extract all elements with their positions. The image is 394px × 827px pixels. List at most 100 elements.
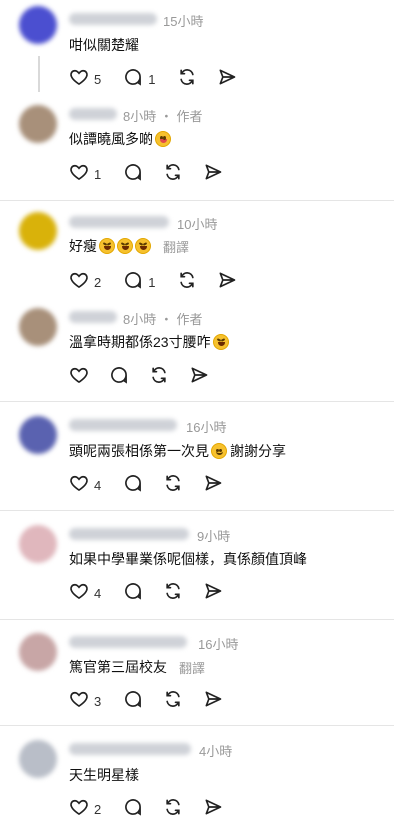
username[interactable]	[69, 311, 117, 323]
username[interactable]	[69, 743, 191, 755]
repost-button[interactable]	[177, 67, 197, 92]
separator: ・	[159, 312, 173, 327]
comment-text-content: 篤官第三屆校友	[69, 659, 167, 675]
like-button[interactable]: 4	[69, 581, 101, 606]
tongue-emoji-icon	[155, 131, 171, 147]
timestamp: 15小時	[163, 14, 204, 29]
heart-icon	[69, 365, 89, 390]
comment-text: 如果中學畢業係呢個樣，真係顏值頂峰	[69, 549, 307, 569]
comment-text: 好瘦 翻譯	[69, 236, 189, 256]
comment-text-content: 謝謝分享	[230, 443, 286, 459]
username[interactable]	[69, 108, 117, 120]
divider	[0, 510, 394, 511]
send-icon	[189, 365, 209, 390]
comment-text: 頭呢兩張相係第一次見 謝謝分享	[69, 441, 286, 461]
share-button[interactable]	[189, 365, 209, 390]
comment: 8小時 ・ 作者 似譚曉風多啲 1	[0, 95, 394, 200]
reply-button[interactable]: 1	[123, 67, 155, 92]
reply-button[interactable]: 1	[123, 270, 155, 295]
repost-button[interactable]	[163, 797, 183, 822]
comment-icon	[123, 67, 143, 92]
repost-button[interactable]	[163, 581, 183, 606]
send-icon	[203, 162, 223, 187]
send-icon	[203, 473, 223, 498]
like-button[interactable]: 3	[69, 689, 101, 714]
action-bar: 4	[69, 473, 243, 498]
heart-icon	[69, 270, 89, 295]
repost-icon	[163, 162, 183, 187]
avatar[interactable]	[19, 633, 57, 671]
action-bar: 3	[69, 689, 243, 714]
action-bar: 1	[69, 162, 243, 187]
repost-button[interactable]	[149, 365, 169, 390]
translate-link[interactable]: 翻譯	[179, 658, 205, 677]
comment-text: 溫拿時期都係23寸腰咋	[69, 332, 229, 352]
username[interactable]	[69, 419, 177, 431]
comment-icon	[123, 270, 143, 295]
avatar[interactable]	[19, 525, 57, 563]
share-button[interactable]	[203, 689, 223, 714]
reply-button[interactable]	[109, 365, 129, 390]
heart-icon	[69, 797, 89, 822]
repost-button[interactable]	[163, 473, 183, 498]
comment-text-content: 天生明星樣	[69, 767, 139, 783]
avatar[interactable]	[19, 308, 57, 346]
divider	[0, 401, 394, 402]
reply-button[interactable]	[123, 581, 143, 606]
share-button[interactable]	[203, 162, 223, 187]
avatar[interactable]	[19, 6, 57, 44]
repost-icon	[163, 473, 183, 498]
like-button[interactable]	[69, 365, 89, 390]
like-button[interactable]: 2	[69, 270, 101, 295]
reply-button[interactable]	[123, 689, 143, 714]
share-button[interactable]	[203, 581, 223, 606]
like-count: 1	[94, 167, 102, 182]
reply-button[interactable]	[123, 162, 143, 187]
username[interactable]	[69, 636, 187, 648]
comment: 10小時 好瘦 翻譯 2 1	[0, 203, 394, 298]
comment-text: 咁似關楚耀	[69, 35, 139, 55]
comment-icon	[123, 581, 143, 606]
comment: 8小時 ・ 作者 溫拿時期都係23寸腰咋	[0, 298, 394, 400]
repost-button[interactable]	[163, 162, 183, 187]
comment: 16小時 頭呢兩張相係第一次見 謝謝分享 4	[0, 406, 394, 510]
reply-button[interactable]	[123, 797, 143, 822]
comment: 4小時 天生明星樣 2	[0, 730, 394, 827]
action-bar: 2 1	[69, 270, 257, 295]
like-button[interactable]: 2	[69, 797, 101, 822]
username[interactable]	[69, 216, 169, 228]
avatar[interactable]	[19, 212, 57, 250]
share-button[interactable]	[203, 473, 223, 498]
like-button[interactable]: 5	[69, 67, 101, 92]
heart-icon	[69, 473, 89, 498]
heart-icon	[69, 581, 89, 606]
action-bar: 5 1	[69, 67, 257, 92]
divider	[0, 725, 394, 726]
avatar[interactable]	[19, 105, 57, 143]
timestamp: 16小時	[186, 420, 227, 435]
comment-text: 天生明星樣	[69, 765, 139, 785]
translate-link[interactable]: 翻譯	[163, 237, 189, 256]
share-button[interactable]	[217, 270, 237, 295]
comment-text-content: 咁似關楚耀	[69, 37, 139, 53]
share-button[interactable]	[203, 797, 223, 822]
comment-icon	[123, 162, 143, 187]
avatar[interactable]	[19, 416, 57, 454]
like-button[interactable]: 1	[69, 162, 101, 187]
like-button[interactable]: 4	[69, 473, 101, 498]
timestamp: 16小時	[198, 637, 239, 652]
timestamp: 10小時	[177, 217, 218, 232]
avatar[interactable]	[19, 740, 57, 778]
smile-emoji-icon	[211, 443, 227, 459]
comment-text-content: 頭呢兩張相係第一次見	[69, 443, 209, 459]
repost-button[interactable]	[163, 689, 183, 714]
repost-button[interactable]	[177, 270, 197, 295]
like-count: 2	[94, 802, 102, 817]
send-icon	[203, 689, 223, 714]
reply-button[interactable]	[123, 473, 143, 498]
share-button[interactable]	[217, 67, 237, 92]
username[interactable]	[69, 528, 189, 540]
like-count: 3	[94, 694, 102, 709]
timestamp: 8小時 ・ 作者	[123, 312, 203, 327]
username[interactable]	[69, 13, 157, 25]
